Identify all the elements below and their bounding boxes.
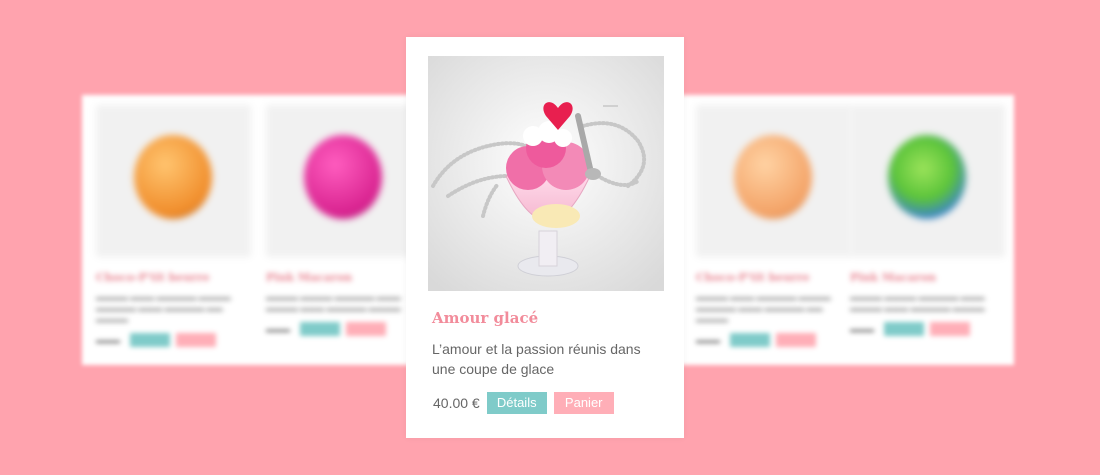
cart-button[interactable] — [776, 333, 816, 347]
featured-product-card: Amour glacé L’amour et la passion réunis… — [406, 37, 684, 438]
product-price: ▬▬▬ — [696, 335, 720, 345]
background-product-card[interactable]: Pink Macaron ▬▬▬▬ ▬▬▬▬ ▬▬▬▬▬ ▬▬▬ ▬▬▬▬ ▬▬… — [850, 105, 1005, 336]
background-product-card[interactable]: Choco-P'tit beurre ▬▬▬▬ ▬▬▬ ▬▬▬▬▬ ▬▬▬▬ ▬… — [96, 105, 251, 347]
product-description: ▬▬▬▬ ▬▬▬▬ ▬▬▬▬▬ ▬▬▬ ▬▬▬▬ ▬▬▬ ▬▬▬▬▬ ▬▬▬▬ — [850, 293, 985, 313]
product-actions: ▬▬▬ — [850, 322, 1005, 336]
product-description: ▬▬▬▬ ▬▬▬ ▬▬▬▬▬ ▬▬▬▬ ▬▬▬▬▬ ▬▬▬ ▬▬▬▬▬ ▬▬ ▬… — [696, 293, 831, 324]
product-price: ▬▬▬ — [266, 324, 290, 334]
product-actions: ▬▬▬ — [696, 333, 851, 347]
details-button[interactable] — [300, 322, 340, 336]
details-button[interactable] — [884, 322, 924, 336]
macaron-illustration — [734, 135, 812, 219]
product-title: Pink Macaron — [266, 271, 353, 284]
product-image — [696, 105, 851, 257]
product-title: Choco-P'tit beurre — [696, 271, 810, 284]
details-button[interactable] — [130, 333, 170, 347]
product-description: ▬▬▬▬ ▬▬▬ ▬▬▬▬▬ ▬▬▬▬ ▬▬▬▬▬ ▬▬▬ ▬▬▬▬▬ ▬▬ ▬… — [96, 293, 231, 324]
product-description: ▬▬▬▬ ▬▬▬▬ ▬▬▬▬▬ ▬▬▬ ▬▬▬▬ ▬▬▬ ▬▬▬▬▬ ▬▬▬▬ — [266, 293, 401, 313]
macaron-illustration — [888, 135, 966, 219]
cart-button[interactable] — [346, 322, 386, 336]
product-price: ▬▬▬ — [850, 324, 874, 334]
product-title: Choco-P'tit beurre — [96, 271, 210, 284]
product-price: ▬▬▬ — [96, 335, 120, 345]
product-image — [266, 105, 421, 257]
product-title: Amour glacé — [432, 309, 539, 327]
background-product-card[interactable]: Choco-P'tit beurre ▬▬▬▬ ▬▬▬ ▬▬▬▬▬ ▬▬▬▬ ▬… — [696, 105, 851, 347]
details-button[interactable]: Détails — [486, 392, 547, 414]
product-description: L’amour et la passion réunis dans une co… — [432, 341, 641, 377]
product-actions: ▬▬▬ — [266, 322, 421, 336]
macaron-illustration — [304, 135, 382, 219]
product-image — [850, 105, 1005, 257]
cart-button[interactable] — [930, 322, 970, 336]
add-to-cart-button[interactable]: Panier — [553, 392, 614, 414]
background-product-card[interactable]: Pink Macaron ▬▬▬▬ ▬▬▬▬ ▬▬▬▬▬ ▬▬▬ ▬▬▬▬ ▬▬… — [266, 105, 421, 336]
product-title: Pink Macaron — [850, 271, 937, 284]
biscuit-illustration — [134, 135, 212, 219]
product-image — [96, 105, 251, 257]
product-image[interactable] — [428, 56, 664, 291]
product-actions: 40.00 € Détails Panier — [433, 392, 614, 414]
product-actions: ▬▬▬ — [96, 333, 251, 347]
cart-button[interactable] — [176, 333, 216, 347]
product-price: 40.00 € — [433, 395, 480, 411]
details-button[interactable] — [730, 333, 770, 347]
